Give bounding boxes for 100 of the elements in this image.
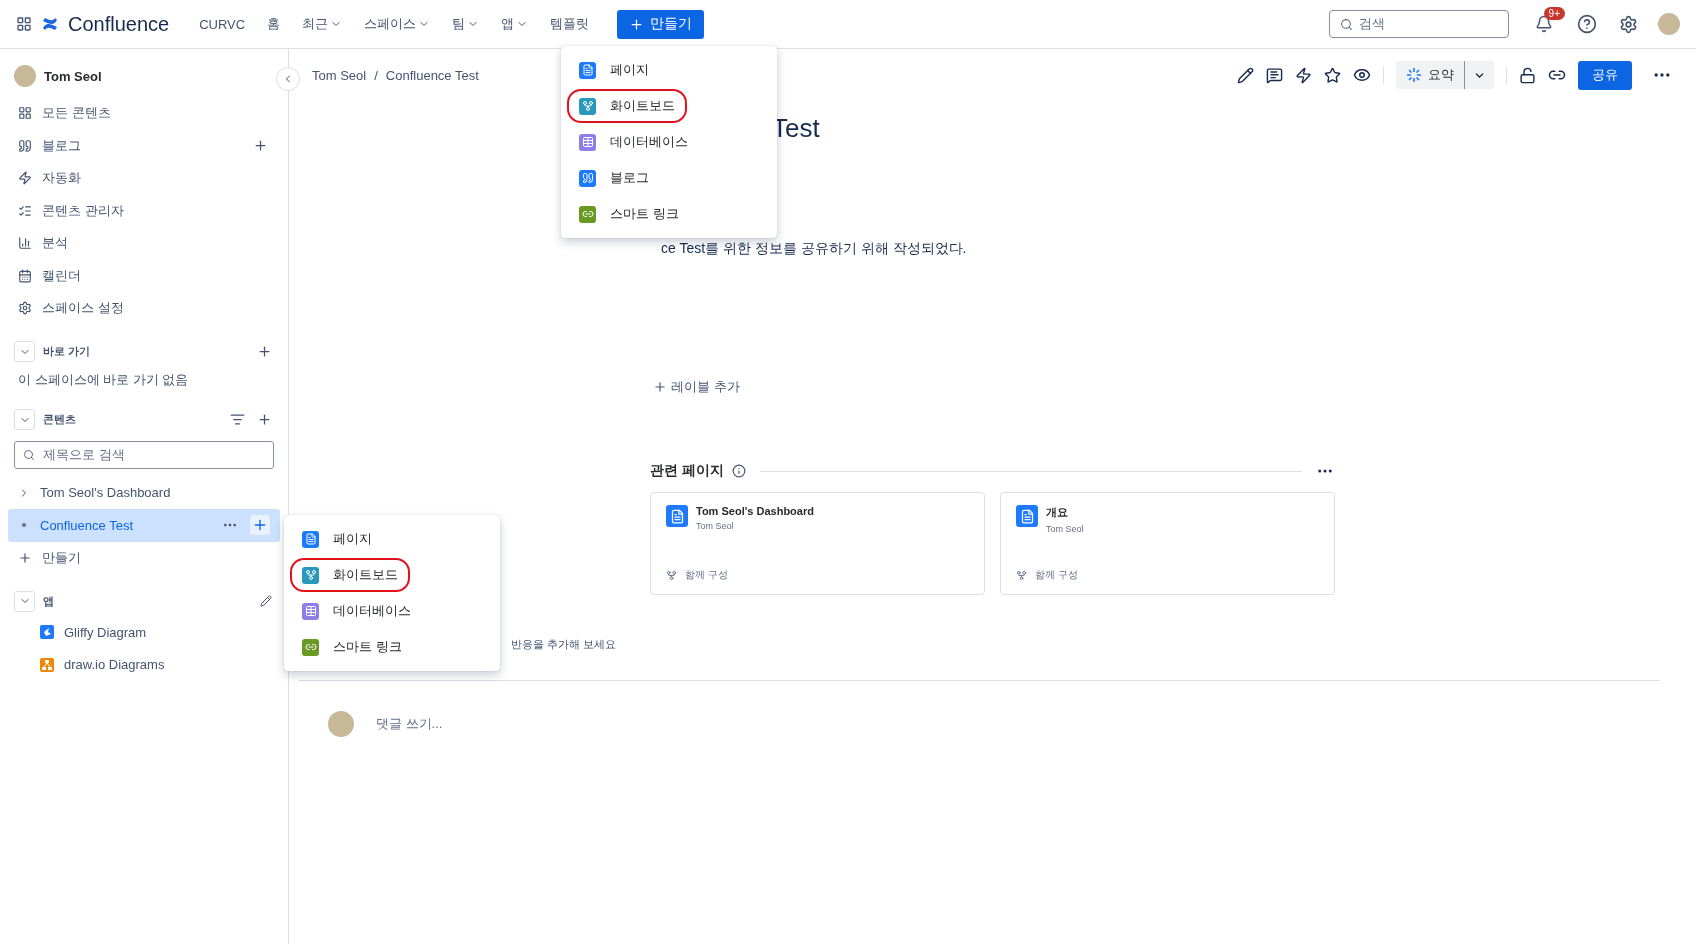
nav-item[interactable]: 스페이스	[358, 11, 437, 37]
section-toggle[interactable]	[14, 341, 35, 362]
app-item[interactable]: Gliffy Diagram	[64, 624, 270, 640]
comment-field[interactable]: 댓글 쓰기...	[376, 715, 443, 733]
whiteboard-icon	[579, 97, 596, 115]
help-icon[interactable]	[1577, 14, 1597, 34]
checklist-icon	[18, 203, 32, 218]
nav-item[interactable]: 앱	[495, 11, 535, 37]
product-name[interactable]: Confluence	[68, 12, 170, 36]
unlock-icon[interactable]	[1519, 66, 1536, 84]
related-page-card[interactable]: Tom Seol's Dashboard Tom Seol 함께 구성	[650, 492, 985, 595]
sidebar-item[interactable]: 자동화	[42, 169, 270, 188]
page-icon	[666, 505, 688, 527]
sparkle-icon	[1406, 67, 1422, 83]
search-icon	[23, 448, 35, 461]
bell-icon[interactable]	[1535, 15, 1553, 33]
menu-item[interactable]: 화이트보드	[290, 558, 410, 592]
quote-icon	[18, 138, 32, 153]
plus-icon	[653, 380, 667, 394]
pencil-icon[interactable]	[258, 593, 274, 609]
page-icon	[579, 61, 596, 79]
user-avatar	[328, 711, 354, 737]
space-avatar	[14, 65, 36, 87]
menu-item[interactable]: 데이터베이스	[567, 125, 700, 159]
breadcrumb-separator: /	[374, 67, 378, 83]
link-icon	[302, 638, 319, 656]
related-page-card[interactable]: 개요 Tom Seol 함께 구성	[1000, 492, 1335, 595]
app-item[interactable]: draw.io Diagrams	[64, 657, 270, 673]
chart-icon	[18, 236, 32, 251]
grid-icon	[18, 106, 32, 121]
plus-icon	[18, 550, 32, 565]
comment-icon[interactable]	[1266, 66, 1283, 84]
settings-icon[interactable]	[1619, 14, 1638, 34]
nav-item[interactable]: 홈	[261, 11, 287, 37]
nav-item[interactable]: CURVC	[193, 12, 252, 36]
eye-icon[interactable]	[1353, 66, 1371, 84]
card-author: Tom Seol	[1046, 524, 1084, 534]
breadcrumb-link[interactable]: Confluence Test	[385, 67, 479, 83]
sidebar-item[interactable]: 스페이스 설정	[42, 299, 270, 318]
diagram-app-icon	[40, 657, 54, 672]
lightning-icon[interactable]	[1295, 66, 1312, 84]
link-icon	[579, 205, 596, 223]
breadcrumb-link[interactable]: Tom Seol	[312, 67, 367, 83]
section-title: 앱	[43, 593, 55, 609]
sidebar-item[interactable]: 캘린더	[42, 266, 270, 285]
gear-icon	[18, 301, 32, 316]
sidebar-item[interactable]: 분석	[42, 234, 270, 253]
tree-item[interactable]: Confluence Test	[40, 517, 210, 533]
menu-item[interactable]: 페이지	[567, 53, 661, 87]
card-footer: 함께 구성	[685, 568, 728, 582]
title-search-field[interactable]: 제목으로 검색	[14, 440, 274, 469]
sidebar-item[interactable]: 콘텐츠 관리자	[42, 201, 270, 220]
plus-icon	[629, 16, 645, 32]
sidebar-item[interactable]: 모든 콘텐츠	[42, 104, 270, 123]
sidebar-item[interactable]: 블로그	[42, 136, 241, 155]
menu-item[interactable]: 스마트 링크	[567, 197, 691, 231]
card-title: 개요	[1046, 505, 1069, 520]
nav-item[interactable]: 최근	[296, 11, 349, 37]
calendar-icon	[18, 268, 32, 283]
section-title: 콘텐츠	[43, 412, 77, 427]
tree-item[interactable]: Tom Seol's Dashboard	[40, 485, 270, 501]
search-icon	[1340, 17, 1353, 31]
branch-icon	[1016, 569, 1027, 581]
page-icon	[302, 530, 319, 548]
create-button[interactable]: 만들기	[617, 9, 705, 39]
info-icon[interactable]	[731, 464, 746, 478]
menu-item[interactable]: 페이지	[290, 522, 384, 556]
body-text: ce Test를 위한 정보를 공유하기 위해 작성되었다.	[661, 240, 968, 258]
diagram-app-icon	[40, 625, 54, 640]
create-link[interactable]: 만들기	[42, 548, 270, 567]
whiteboard-icon	[302, 566, 319, 584]
add-label-button[interactable]: 레이블 추가	[653, 378, 740, 396]
section-title: 바로 가기	[43, 344, 92, 359]
app-switcher-icon[interactable]	[16, 16, 32, 32]
section-title: 관련 페이지	[650, 462, 724, 480]
add-icon[interactable]	[250, 515, 270, 536]
branch-icon	[666, 569, 677, 581]
menu-item[interactable]: 스마트 링크	[290, 630, 414, 664]
database-icon	[302, 602, 319, 620]
database-icon	[579, 133, 596, 151]
card-title: Tom Seol's Dashboard	[696, 505, 814, 517]
share-button[interactable]: 공유	[1578, 60, 1632, 90]
menu-item[interactable]: 데이터베이스	[290, 594, 423, 628]
star-icon[interactable]	[1324, 66, 1341, 84]
pencil-icon[interactable]	[1237, 66, 1254, 84]
search-field[interactable]: 검색	[1329, 10, 1509, 38]
nav-item[interactable]: 팀	[446, 11, 486, 37]
menu-item[interactable]: 블로그	[567, 161, 661, 195]
nav-item[interactable]: 템플릿	[544, 11, 596, 37]
section-toggle[interactable]	[14, 409, 35, 430]
selected-tree-row[interactable]: Confluence Test	[8, 509, 280, 542]
section-toggle[interactable]	[14, 590, 35, 612]
space-name[interactable]: Tom Seol	[44, 68, 102, 84]
notification-badge: 9+	[1543, 7, 1565, 20]
reactions-hint: 반응을 추가해 보세요	[511, 637, 618, 652]
quote-icon	[579, 169, 596, 187]
menu-item[interactable]: 화이트보드	[567, 89, 687, 123]
empty-message: 이 스페이스에 바로 가기 없음	[17, 370, 190, 389]
card-footer: 함께 구성	[1035, 568, 1078, 582]
page-icon	[1016, 505, 1038, 527]
